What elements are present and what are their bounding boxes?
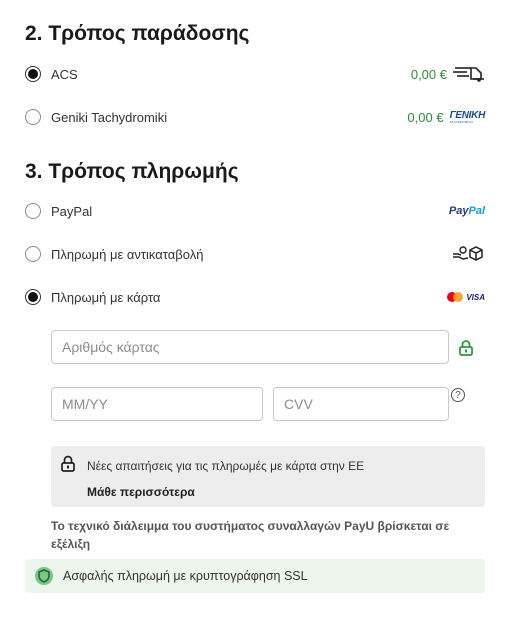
payment-option-label: PayPal (51, 203, 93, 219)
shield-icon (35, 567, 53, 585)
mastercard-visa-icon: VISA (446, 291, 485, 303)
lock-icon (61, 455, 75, 472)
payment-option-label: Πληρωμή με αντικαταβολή (51, 246, 204, 262)
card-number-input[interactable] (51, 330, 449, 364)
radio-geniki[interactable] (25, 109, 41, 125)
delivery-price: 0,00 € (410, 66, 447, 82)
cvv-input[interactable] (273, 387, 449, 421)
ssl-text: Ασφαλής πληρωμή με κρυπτογράφηση SSL (63, 569, 308, 583)
radio-acs[interactable] (25, 66, 41, 82)
lock-icon (459, 340, 473, 356)
delivery-option-geniki[interactable]: Geniki Tachydromiki 0,00 € ΓΕΝΙΚΗ ΤΑΧΥΔΡ… (25, 106, 485, 128)
radio-cod[interactable] (25, 246, 41, 262)
radio-dot (28, 69, 38, 79)
delivery-option-label: ACS (51, 66, 78, 82)
delivery-option-label: Geniki Tachydromiki (51, 109, 168, 125)
radio-card[interactable] (25, 289, 41, 305)
payment-option-label: Πληρωμή με κάρτα (51, 289, 161, 305)
radio-dot (28, 292, 38, 302)
learn-more-link[interactable]: Μάθε περισσότερα (87, 485, 195, 499)
expiry-input[interactable] (51, 387, 263, 421)
payment-option-card[interactable]: Πληρωμή με κάρτα VISA (25, 286, 485, 308)
visa-label: VISA (466, 292, 485, 302)
mastercard-icon (447, 292, 464, 302)
geniki-logo-icon: ΓΕΝΙΚΗ ΤΑΧΥΔΡΟΜΙΚΗ (449, 109, 486, 124)
payu-maintenance-message: Το τεχνικό διάλειμμα του συστήματος συνα… (51, 519, 450, 551)
payment-option-cod[interactable]: Πληρωμή με αντικαταβολή (25, 243, 485, 265)
cvv-help-icon[interactable]: ? (451, 388, 465, 402)
cash-on-delivery-icon (453, 246, 483, 261)
radio-paypal[interactable] (25, 203, 41, 219)
notice-text: Νέες απαιτήσεις για τις πληρωμές με κάρτ… (87, 459, 365, 473)
delivery-price: 0,00 € (407, 109, 444, 125)
delivery-truck-icon (453, 67, 484, 82)
payment-heading: 3. Τρόπος πληρωμής (25, 160, 239, 183)
card-requirements-notice: Νέες απαιτήσεις για τις πληρωμές με κάρτ… (51, 446, 485, 507)
ssl-secure-banner: Ασφαλής πληρωμή με κρυπτογράφηση SSL (25, 559, 485, 593)
paypal-logo-icon: Pay Pal (448, 205, 485, 217)
delivery-option-acs[interactable]: ACS 0,00 € (25, 63, 485, 85)
payment-option-paypal[interactable]: PayPal Pay Pal (25, 200, 485, 222)
delivery-heading: 2. Τρόπος παράδοσης (25, 22, 250, 45)
